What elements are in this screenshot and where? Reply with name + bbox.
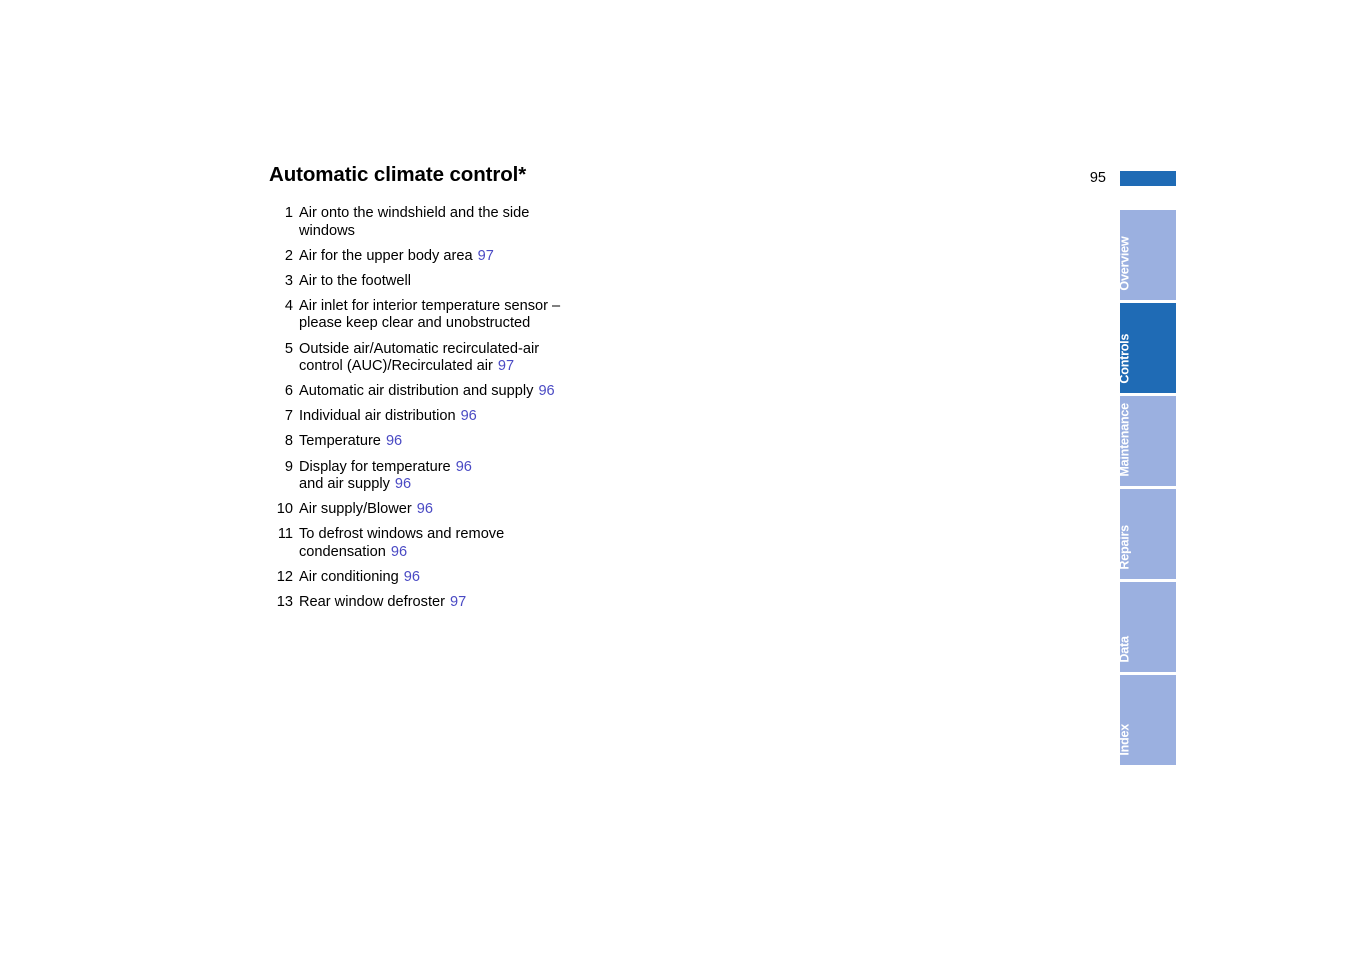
page-number-accent-bar (1120, 171, 1176, 186)
legend-item-text: Air conditioning 96 (299, 569, 420, 587)
legend-item-label: Air inlet for interior temperature senso… (299, 297, 561, 332)
legend-item-text: Automatic air distribution and supply 96 (299, 383, 555, 401)
legend-item-label-continued: and air supply (299, 476, 390, 493)
legend-item-number: 8 (284, 433, 293, 450)
legend-item-label: Air onto the windshield and the side win… (299, 205, 530, 239)
legend-item-number: 12 (276, 569, 293, 585)
legend-item-label: Rear window defroster (299, 594, 446, 611)
page-title: Automatic climate control* (269, 163, 527, 186)
legend-page-reference[interactable]: 96 (399, 569, 420, 585)
legend-page-reference[interactable]: 96 (456, 408, 477, 424)
legend-item: 8 Temperature 96 (269, 433, 569, 451)
legend-item-text: Rear window defroster 97 (299, 594, 466, 612)
legend-page-reference[interactable]: 97 (493, 358, 514, 374)
side-tab-repairs[interactable]: Repairs (1120, 489, 1176, 579)
legend-item-text: Air onto the windshield and the side win… (299, 205, 569, 240)
legend-item: 13 Rear window defroster 97 (269, 594, 569, 612)
legend-item: 9 Display for temperature 96 and air supply… (269, 459, 569, 494)
legend-item: 2 Air for the upper body area 97 (269, 248, 569, 266)
legend-item-text: Air for the upper body area 97 (299, 248, 494, 266)
legend-item-number: 2 (284, 247, 293, 264)
legend-item: 3 Air to the footwell (269, 273, 569, 291)
legend-list: 1 Air onto the windshield and the side wi… (269, 205, 569, 619)
legend-item: 11 To defrost windows and remove condensa… (269, 526, 569, 561)
legend-item-number: 11 (277, 526, 293, 543)
legend-page-reference[interactable]: 96 (390, 476, 411, 492)
page-number: 95 (1089, 170, 1106, 186)
legend-item: 7 Individual air distribution 96 (269, 408, 569, 426)
legend-item: 5 Outside air/Automatic recirculated-air … (269, 341, 569, 376)
legend-item-text: Individual air distribution 96 (299, 408, 477, 426)
legend-item-label: Air for the upper body area (299, 247, 473, 264)
legend-item-text: Air supply/Blower 96 (299, 501, 433, 519)
side-tab-label: Data (1120, 636, 1132, 663)
side-tab-controls[interactable]: Controls (1120, 303, 1176, 393)
legend-item-number: 3 (284, 272, 293, 289)
legend-item-text: Outside air/Automatic recirculated-air c… (299, 341, 569, 376)
legend-item-number: 9 (284, 458, 293, 475)
side-tab-label: Overview (1120, 236, 1132, 291)
legend-item-number: 13 (276, 594, 293, 611)
legend-item-label: Display for temperature (299, 458, 451, 475)
legend-item-number: 6 (284, 383, 293, 400)
legend-page-reference[interactable]: 96 (412, 501, 433, 517)
side-index-tabs: Overview Controls Maintenance Repairs Data In… (1120, 210, 1176, 766)
legend-page-reference[interactable]: 96 (386, 544, 407, 560)
legend-item: 1 Air onto the windshield and the side wi… (269, 205, 569, 240)
legend-item-number: 7 (284, 408, 293, 425)
legend-item: 10 Air supply/Blower 96 (269, 501, 569, 519)
side-tab-overview[interactable]: Overview (1120, 210, 1176, 300)
legend-page-reference[interactable]: 96 (451, 459, 472, 475)
legend-item-number: 5 (284, 340, 293, 357)
legend-page-reference[interactable]: 96 (533, 383, 554, 399)
legend-item-label: Air supply/Blower (299, 501, 412, 518)
legend-item-label: Air conditioning (299, 569, 399, 585)
legend-item-number: 10 (276, 501, 293, 518)
legend-item-label: Individual air distribution (299, 408, 456, 425)
legend-item-text: Air to the footwell (299, 273, 411, 291)
side-tab-label: Index (1120, 724, 1132, 756)
legend-page-reference[interactable]: 97 (473, 248, 494, 264)
legend-item: 12 Air conditioning 96 (269, 569, 569, 587)
legend-item-text: Temperature 96 (299, 433, 402, 451)
legend-item-label: Air to the footwell (299, 272, 411, 289)
legend-item-text: To defrost windows and remove condensati… (299, 526, 569, 561)
side-tab-label: Maintenance (1120, 403, 1132, 477)
side-tab-label: Controls (1120, 334, 1132, 384)
legend-item: 6 Automatic air distribution and supply 96 (269, 383, 569, 401)
legend-item-label: Automatic air distribution and supply (299, 383, 534, 400)
legend-page-reference[interactable]: 96 (381, 433, 402, 449)
legend-item-label: Temperature (299, 433, 381, 450)
legend-page-reference[interactable]: 97 (445, 594, 466, 610)
side-tab-index[interactable]: Index (1120, 675, 1176, 765)
legend-item-number: 4 (284, 297, 293, 314)
legend-item-text: Display for temperature 96 and air supply 9… (299, 459, 472, 494)
legend-item-number: 1 (284, 205, 293, 221)
side-tab-label: Repairs (1120, 525, 1132, 570)
side-tab-maintenance[interactable]: Maintenance (1120, 396, 1176, 486)
side-tab-data[interactable]: Data (1120, 582, 1176, 672)
legend-item: 4 Air inlet for interior temperature sens… (269, 298, 569, 333)
legend-item-text: Air inlet for interior temperature senso… (299, 298, 569, 333)
